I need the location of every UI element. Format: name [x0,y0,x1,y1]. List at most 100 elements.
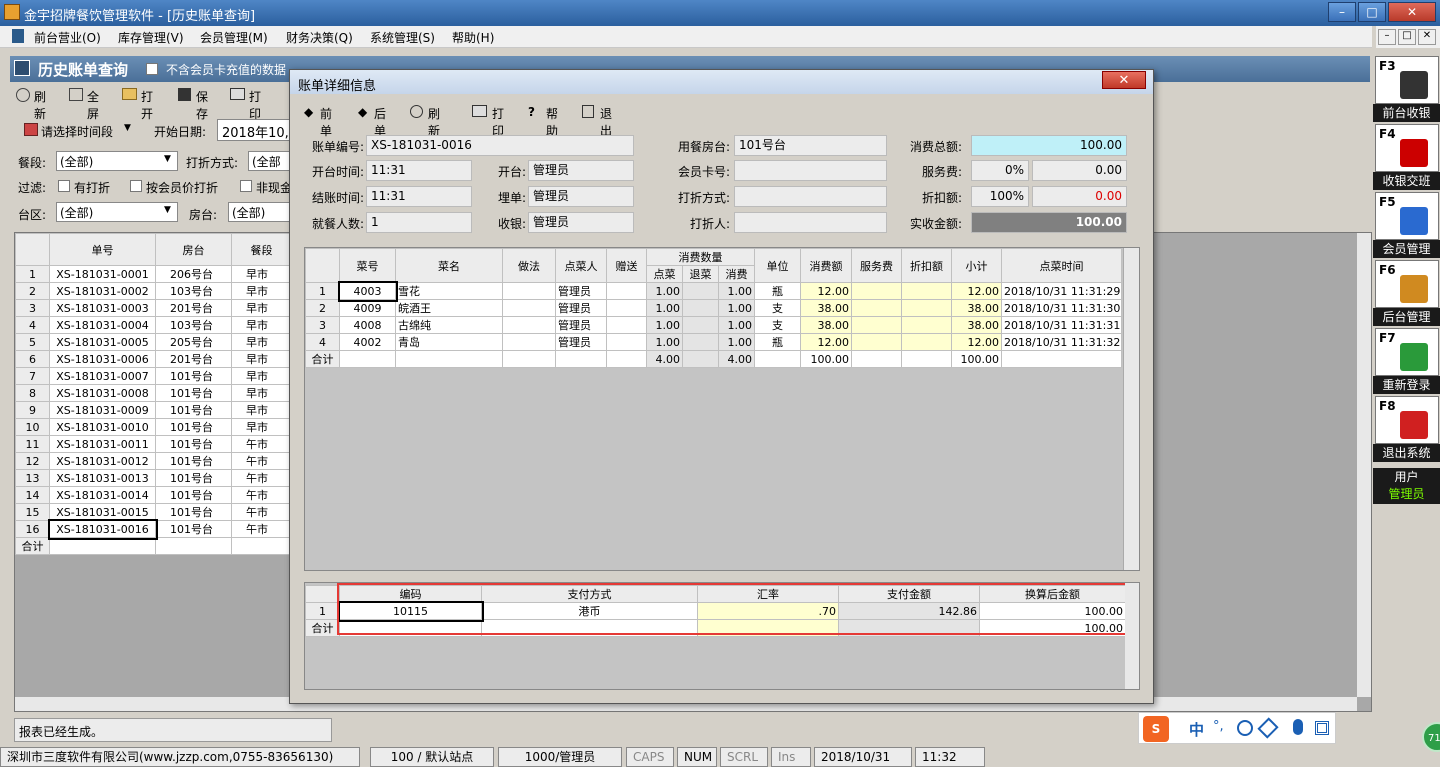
cell[interactable]: 4003 [337,280,398,302]
col-time[interactable]: 点菜时间 [1001,248,1123,283]
col-method[interactable]: 做法 [502,248,556,283]
cell[interactable] [901,350,953,368]
cell[interactable]: 12.00 [800,333,853,351]
cell[interactable]: 100.00 [951,350,1003,368]
col-room[interactable]: 房台 [155,233,232,266]
table-row[interactable]: 16 XS-181031-0016 101号台 午市 [15,518,292,540]
col-subtotal[interactable]: 小计 [951,248,1003,283]
cell[interactable]: 早市 [231,265,292,283]
cell[interactable]: 4002 [339,333,396,351]
cell[interactable] [606,316,647,334]
cell[interactable]: 早市 [231,401,292,419]
cell[interactable]: 支 [754,299,802,317]
menu-member[interactable]: 会员管理(M) [200,29,268,46]
cell[interactable]: 38.00 [800,299,853,317]
col-unit[interactable]: 单位 [754,248,802,283]
cell[interactable]: 1.00 [717,282,756,300]
cell[interactable]: 38.00 [951,316,1003,334]
cell[interactable]: XS-181031-0002 [49,282,156,300]
room-select[interactable]: (全部) [228,202,294,222]
col-bill-no[interactable]: 单号 [49,233,156,266]
table-row[interactable]: 4 4002 青岛 管理员 1.00 1.00 瓶 12.00 12.00 2018/10/31 … [305,333,1123,351]
cell[interactable]: 青岛 [395,333,503,351]
cell[interactable] [1001,350,1123,368]
emoji-icon[interactable] [1237,720,1253,736]
cell[interactable] [682,350,719,368]
cell[interactable] [502,299,556,317]
member-checkbox[interactable] [130,180,142,192]
cell[interactable]: 1.00 [717,299,756,317]
cell[interactable]: 101号台 [155,435,232,453]
cell[interactable]: XS-181031-0009 [49,401,156,419]
printed-checkbox[interactable] [58,180,70,192]
child-close-button[interactable]: ✕ [1418,29,1436,45]
ime-mode[interactable]: 中 [1189,719,1204,740]
cell[interactable]: XS-181031-0016 [47,518,158,540]
cell[interactable]: XS-181031-0015 [49,503,156,521]
cell[interactable] [502,282,556,300]
menu-help[interactable]: 帮助(H) [452,29,494,46]
cell[interactable] [339,350,396,368]
maximize-button[interactable]: □ [1358,2,1386,22]
table-row[interactable]: 1 XS-181031-0001 206号台 早市 [15,265,292,283]
cell[interactable]: 早市 [231,299,292,317]
cell[interactable]: 4008 [339,316,396,334]
cell[interactable] [502,316,556,334]
cell[interactable]: 2018/10/31 11:31:32 [1001,333,1123,351]
cell[interactable]: 瓶 [754,282,802,300]
start-date-input[interactable]: 2018年10, [217,119,294,141]
table-row[interactable]: 1 4003 雪花 管理员 1.00 1.00 瓶 12.00 12.00 2018/10/31 … [305,280,1123,302]
cell[interactable] [682,316,719,334]
cell[interactable] [682,333,719,351]
cell[interactable] [901,316,953,334]
table-row[interactable]: 6 XS-181031-0006 201号台 早市 [15,350,292,368]
table-row[interactable]: 11 XS-181031-0011 101号台 午市 [15,435,292,453]
menu-stock[interactable]: 库存管理(V) [118,29,184,46]
cell[interactable]: 早市 [231,350,292,368]
cell[interactable]: XS-181031-0007 [49,367,156,385]
cell[interactable]: 1.00 [646,316,683,334]
cell[interactable]: 午市 [231,486,292,504]
cell[interactable]: XS-181031-0012 [49,452,156,470]
table-row[interactable]: 2 4009 皖酒王 管理员 1.00 1.00 支 38.00 38.00 2018/10/31… [305,299,1123,317]
col-qty-use[interactable]: 消费 [717,265,756,283]
ime-punct[interactable]: °, [1213,719,1224,734]
cell[interactable]: 早市 [231,418,292,436]
cell[interactable]: 103号台 [155,282,232,300]
cell[interactable] [901,282,953,300]
cell[interactable] [901,333,953,351]
payments-scrollbar[interactable] [1125,583,1139,689]
cell[interactable]: 38.00 [800,316,853,334]
table-row[interactable]: 12 XS-181031-0012 101号台 午市 [15,452,292,470]
cell[interactable] [851,282,903,300]
sidebar-button-7[interactable]: F7 [1375,328,1439,376]
table-row[interactable]: 14 XS-181031-0014 101号台 午市 [15,486,292,504]
cell[interactable] [502,350,556,368]
cell[interactable]: XS-181031-0003 [49,299,156,317]
cell[interactable]: 早市 [231,367,292,385]
noncash-checkbox[interactable] [240,180,252,192]
cell[interactable]: 101号台 [155,418,232,436]
cell[interactable]: 101号台 [155,367,232,385]
col-service[interactable]: 服务费 [851,248,903,283]
cell[interactable]: 1.00 [646,299,683,317]
table-row[interactable]: 3 XS-181031-0003 201号台 早市 [15,299,292,317]
area-select[interactable]: (全部) [56,202,178,222]
cell[interactable]: 4009 [339,299,396,317]
cell[interactable]: 12.00 [800,282,853,300]
cell[interactable]: 2018/10/31 11:31:29 [1001,282,1123,300]
cell[interactable]: 206号台 [155,265,232,283]
cell[interactable] [606,282,647,300]
close-button[interactable]: ✕ [1388,2,1436,22]
sidebar-button-8[interactable]: F8 [1375,396,1439,444]
cell[interactable] [754,350,802,368]
cell[interactable] [851,316,903,334]
cell[interactable]: 午市 [231,469,292,487]
cell[interactable]: 古绵纯 [395,316,503,334]
cell[interactable]: 12.00 [951,333,1003,351]
sidebar-button-4[interactable]: F4 [1375,124,1439,172]
cell[interactable]: 1.00 [717,316,756,334]
table-row[interactable]: 13 XS-181031-0013 101号台 午市 [15,469,292,487]
cell[interactable]: 12.00 [951,282,1003,300]
child-restore-button[interactable]: □ [1398,29,1416,45]
